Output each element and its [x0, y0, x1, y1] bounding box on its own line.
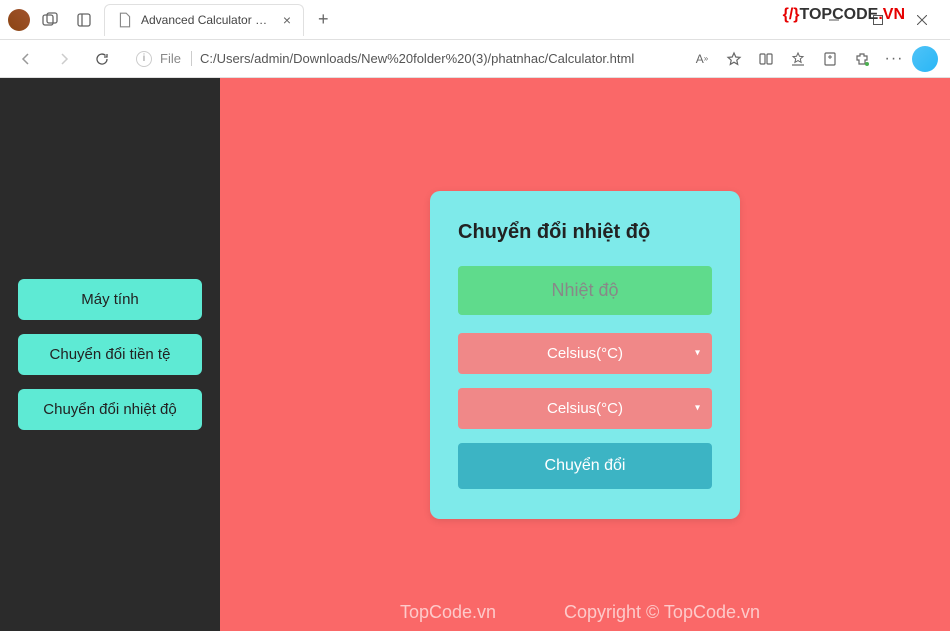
to-unit-select[interactable]: Celsius(°C) [458, 388, 712, 429]
browser-tab-bar: Advanced Calculator with Curren × + {/}T… [0, 0, 950, 40]
new-tab-button[interactable]: + [310, 9, 337, 30]
convert-button[interactable]: Chuyển đổi [458, 443, 712, 489]
close-tab-icon[interactable]: × [283, 12, 291, 28]
watermark-left: TopCode.vn [400, 602, 496, 623]
sidebar-item-temperature[interactable]: Chuyển đổi nhiệt độ [18, 389, 202, 430]
tab-actions-icon[interactable] [70, 6, 98, 34]
page-content: Máy tính Chuyển đổi tiền tệ Chuyển đổi n… [0, 78, 950, 631]
url-text: C:/Users/admin/Downloads/New%20folder%20… [200, 51, 634, 66]
profile-avatar[interactable] [8, 9, 30, 31]
more-icon[interactable]: ··· [880, 45, 908, 73]
sidebar-item-label: Chuyển đổi nhiệt độ [43, 401, 176, 418]
forward-button[interactable] [50, 45, 78, 73]
main-area: Chuyển đổi nhiệt độ Celsius(°C) Celsius(… [220, 78, 950, 631]
sidebar-item-label: Máy tính [81, 291, 139, 308]
copilot-icon[interactable] [912, 46, 938, 72]
sidebar-item-calculator[interactable]: Máy tính [18, 279, 202, 320]
favorite-icon[interactable] [720, 45, 748, 73]
workspaces-icon[interactable] [36, 6, 64, 34]
favorites-bar-icon[interactable] [784, 45, 812, 73]
url-scheme-label: File [160, 51, 192, 66]
sidebar: Máy tính Chuyển đổi tiền tệ Chuyển đổi n… [0, 78, 220, 631]
extensions-icon[interactable] [848, 45, 876, 73]
info-icon[interactable]: i [136, 51, 152, 67]
file-icon [117, 12, 133, 28]
sidebar-item-currency[interactable]: Chuyển đổi tiền tệ [18, 334, 202, 375]
from-unit-select[interactable]: Celsius(°C) [458, 333, 712, 374]
close-window-button[interactable] [902, 6, 942, 34]
sidebar-item-label: Chuyển đổi tiền tệ [50, 346, 171, 363]
collections-icon[interactable] [816, 45, 844, 73]
convert-button-label: Chuyển đổi [545, 457, 626, 474]
temperature-card: Chuyển đổi nhiệt độ Celsius(°C) Celsius(… [430, 191, 740, 519]
temperature-input[interactable] [458, 266, 712, 315]
back-button[interactable] [12, 45, 40, 73]
topcode-logo: {/}TOPCODE.VN [783, 6, 905, 24]
card-title: Chuyển đổi nhiệt độ [458, 221, 712, 244]
tab-title: Advanced Calculator with Curren [141, 13, 275, 27]
browser-tab[interactable]: Advanced Calculator with Curren × [104, 4, 304, 36]
watermark-right: Copyright © TopCode.vn [564, 602, 760, 623]
read-aloud-icon[interactable]: A» [688, 45, 716, 73]
url-input[interactable]: i File C:/Users/admin/Downloads/New%20fo… [126, 47, 678, 71]
refresh-button[interactable] [88, 45, 116, 73]
split-screen-icon[interactable] [752, 45, 780, 73]
address-bar: i File C:/Users/admin/Downloads/New%20fo… [0, 40, 950, 78]
footer-watermark: TopCode.vn Copyright © TopCode.vn [220, 602, 950, 623]
